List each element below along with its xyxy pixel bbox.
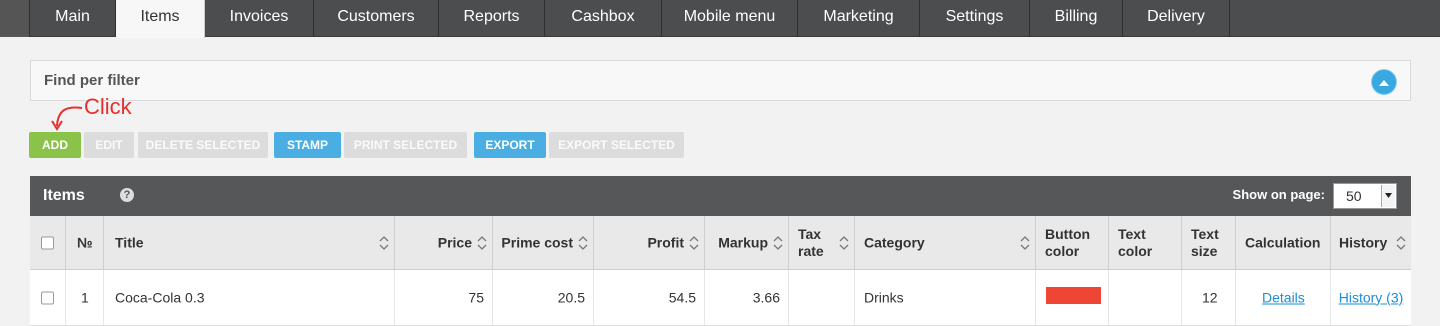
history-link[interactable]: History (3) [1331, 289, 1411, 306]
cell-category: Drinks [855, 270, 1036, 325]
export-button[interactable]: EXPORT [474, 132, 546, 158]
items-panel-header: Items ? Show on page: 50 [30, 176, 1411, 216]
cell-calculation: Details [1236, 270, 1331, 325]
table-header: № Title Price Prime cost Profit Markup T… [30, 216, 1411, 270]
sort-icon[interactable] [689, 235, 699, 250]
header-calculation: Calculation [1236, 216, 1331, 269]
add-button[interactable]: ADD [29, 132, 81, 158]
header-profit[interactable]: Profit [594, 216, 705, 269]
filter-label: Find per filter [44, 72, 140, 89]
tab-billing[interactable]: Billing [1030, 0, 1123, 37]
button-color-swatch [1046, 287, 1101, 304]
question-circle-icon[interactable]: ? [120, 188, 134, 202]
tab-main[interactable]: Main [30, 0, 116, 37]
tab-mobile-menu[interactable]: Mobile menu [662, 0, 798, 37]
chevron-up-icon[interactable] [1371, 69, 1397, 95]
cell-history: History (3) [1331, 270, 1411, 325]
nav-edge [0, 0, 30, 37]
caret-down-icon[interactable] [1381, 185, 1395, 207]
row-checkbox[interactable] [41, 291, 54, 304]
header-title[interactable]: Title [104, 216, 395, 269]
header-button-color: Button color [1036, 216, 1109, 269]
cell-price: 75 [395, 270, 493, 325]
tab-customers[interactable]: Customers [314, 0, 439, 37]
sort-icon[interactable] [379, 235, 389, 250]
header-prime-cost[interactable]: Prime cost [493, 216, 594, 269]
header-price[interactable]: Price [395, 216, 493, 269]
cell-button-color [1036, 270, 1109, 325]
panel-title: Items [43, 187, 85, 204]
select-all-checkbox[interactable] [41, 236, 54, 249]
tab-marketing[interactable]: Marketing [798, 0, 920, 37]
sort-icon[interactable] [578, 235, 588, 250]
text-color-swatch [1119, 287, 1174, 304]
sort-icon[interactable] [839, 235, 849, 250]
sort-icon[interactable] [477, 235, 487, 250]
cell-num: 1 [66, 270, 104, 325]
tab-cashbox[interactable]: Cashbox [545, 0, 662, 37]
delete-selected-button[interactable]: DELETE SELECTED [138, 132, 268, 158]
cell-text-size: 12 [1182, 270, 1236, 325]
row-select-cell [30, 270, 66, 325]
filter-bar[interactable]: Find per filter [30, 60, 1411, 101]
page-size-select[interactable]: 50 [1333, 183, 1397, 209]
print-selected-button[interactable]: PRINT SELECTED [344, 132, 467, 158]
tab-reports[interactable]: Reports [439, 0, 545, 37]
export-selected-button[interactable]: EXPORT SELECTED [549, 132, 684, 158]
header-text-color: Text color [1109, 216, 1182, 269]
edit-button[interactable]: EDIT [84, 132, 134, 158]
header-text-size: Text size [1182, 216, 1236, 269]
sort-icon[interactable] [773, 235, 783, 250]
sort-icon[interactable] [1020, 235, 1030, 250]
top-nav: Main Items Invoices Customers Reports Ca… [0, 0, 1440, 38]
cell-markup: 3.66 [705, 270, 789, 325]
page-size-value: 50 [1346, 188, 1362, 204]
tab-settings[interactable]: Settings [920, 0, 1030, 37]
details-link[interactable]: Details [1262, 289, 1305, 306]
header-history[interactable]: History [1331, 216, 1411, 269]
cell-profit: 54.5 [594, 270, 705, 325]
header-tax-rate[interactable]: Tax rate [789, 216, 855, 269]
tab-delivery[interactable]: Delivery [1123, 0, 1230, 37]
tab-invoices[interactable]: Invoices [205, 0, 314, 37]
header-markup[interactable]: Markup [705, 216, 789, 269]
header-num[interactable]: № [66, 216, 104, 269]
cell-text-color [1109, 270, 1182, 325]
header-category[interactable]: Category [855, 216, 1036, 269]
stamp-button[interactable]: STAMP [274, 132, 341, 158]
tab-items[interactable]: Items [116, 0, 205, 38]
cell-title: Coca-Cola 0.3 [104, 270, 395, 325]
table-row[interactable]: 1 Coca-Cola 0.3 75 20.5 54.5 3.66 Drinks… [30, 270, 1411, 326]
show-on-page-label: Show on page: [1232, 187, 1325, 202]
header-select-all-cell [30, 216, 66, 269]
annotation-click-label: Click [84, 94, 132, 119]
cell-prime-cost: 20.5 [493, 270, 594, 325]
sort-icon[interactable] [1396, 235, 1406, 250]
annotation-arrow-icon [51, 106, 83, 131]
cell-tax-rate [789, 270, 855, 325]
